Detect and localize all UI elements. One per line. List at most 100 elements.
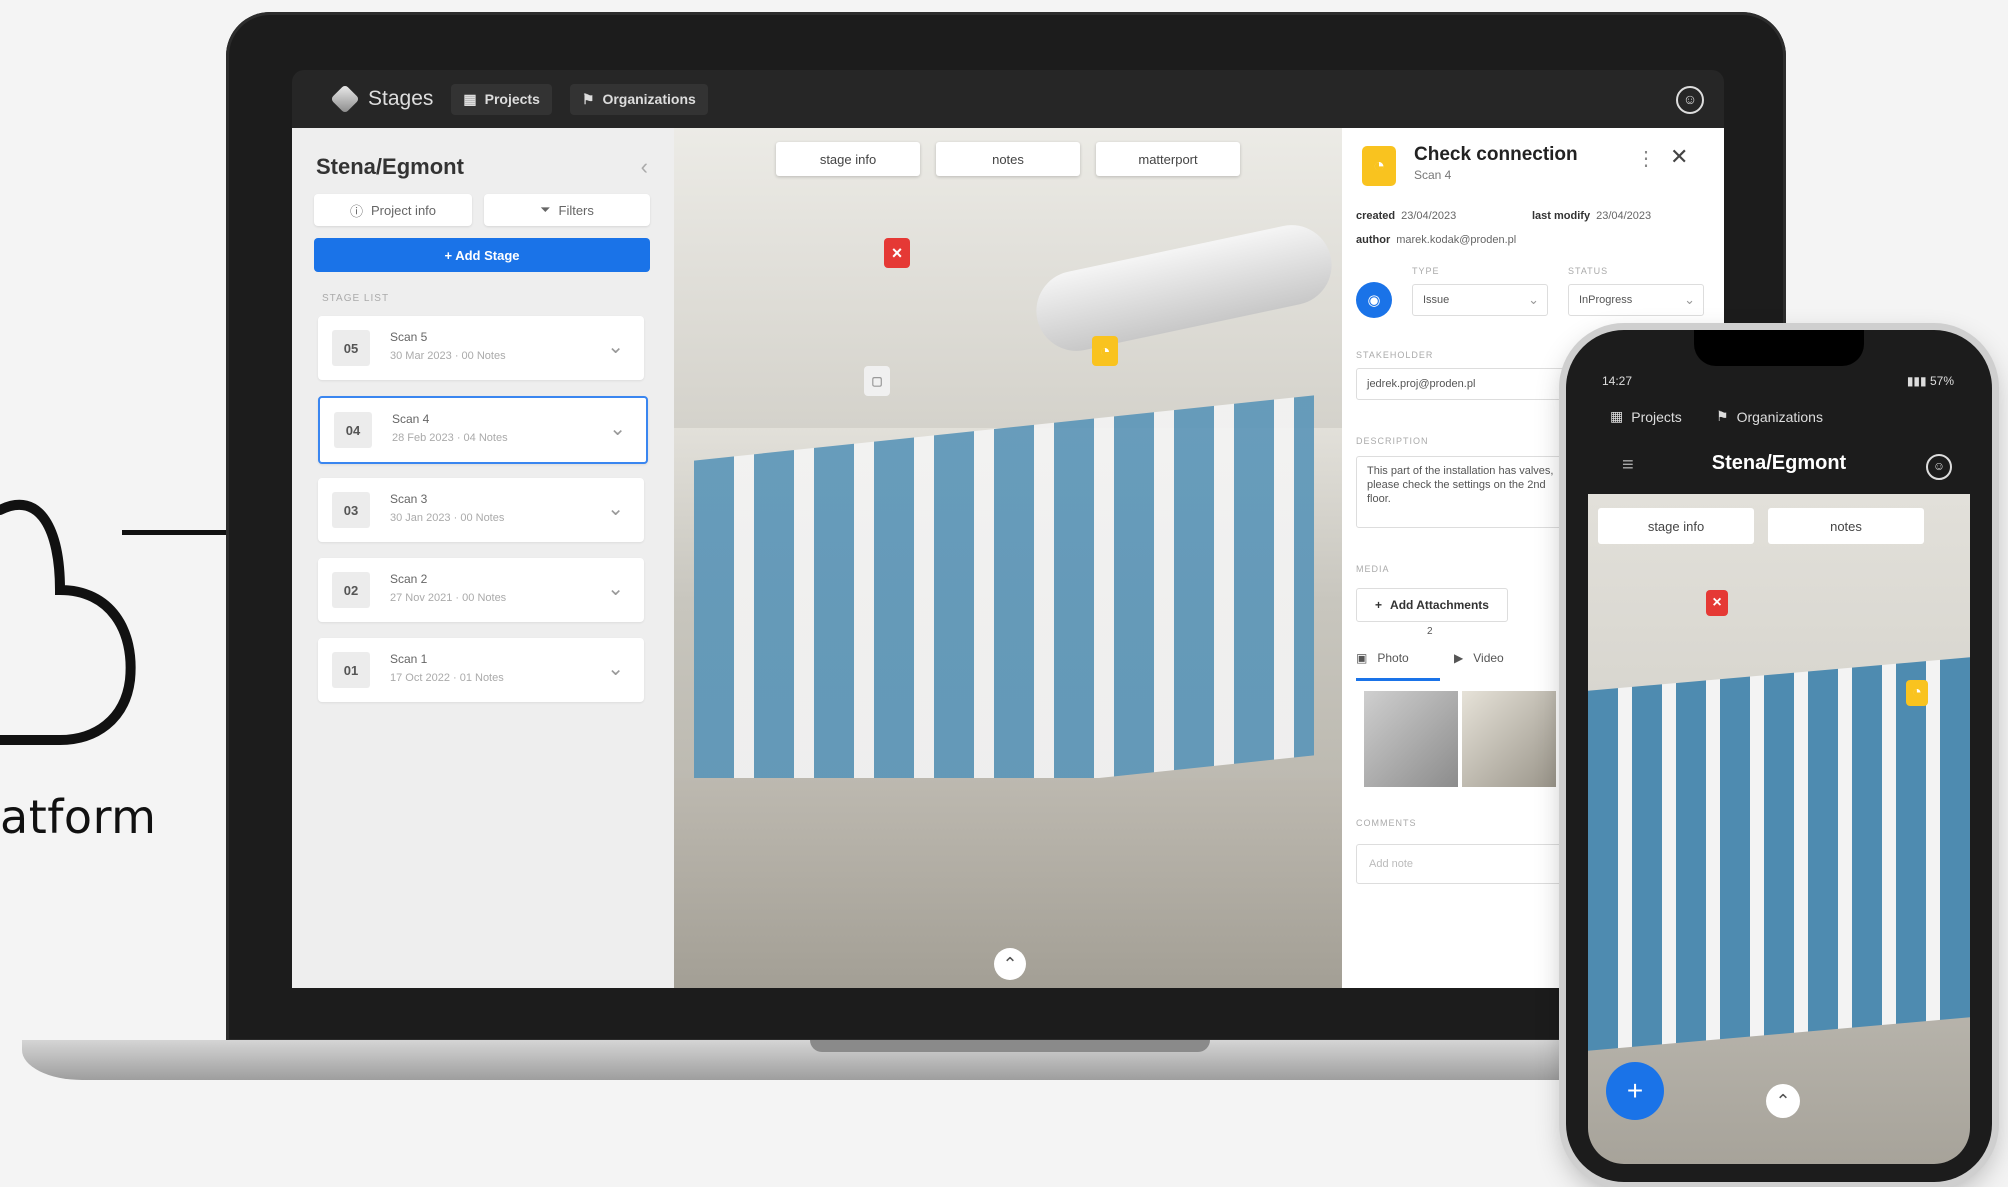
tag-marker-icon[interactable]: ▢	[864, 366, 890, 396]
flag-icon: ⚑	[1716, 408, 1729, 424]
tab-photos[interactable]: ▣ Photo	[1356, 638, 1440, 681]
author-value: marek.kodak@proden.pl	[1396, 234, 1517, 246]
phone-nav-organizations[interactable]: ⚑ Organizations	[1716, 408, 1823, 425]
chevron-up-icon[interactable]: ⌃	[1766, 1084, 1800, 1118]
stage-number: 02	[332, 572, 370, 608]
tab-matterport[interactable]: matterport	[1096, 142, 1240, 176]
author-meta: author marek.kodak@proden.pl	[1356, 234, 1516, 246]
filter-icon: ⏷	[540, 202, 551, 217]
add-stage-button[interactable]: + Add Stage	[314, 238, 650, 272]
info-icon: ⓘ	[349, 203, 363, 219]
close-icon[interactable]: ✕	[1670, 144, 1688, 170]
chevron-up-icon[interactable]: ⌃	[994, 948, 1026, 980]
tab-notes[interactable]: notes	[936, 142, 1080, 176]
brand[interactable]: Stages	[330, 84, 434, 114]
created-meta: created 23/04/2023	[1356, 210, 1456, 222]
stages-logo-icon	[330, 84, 360, 114]
media-label: MEDIA	[1356, 564, 1390, 574]
tab-video[interactable]: ▶ Video	[1454, 638, 1544, 678]
stage-number: 01	[332, 652, 370, 688]
photo-thumbnail[interactable]	[1462, 691, 1556, 787]
phone-nav-projects[interactable]: ▦ Projects	[1610, 408, 1682, 425]
stage-meta: 30 Jan 2023 · 00 Notes	[390, 512, 505, 524]
app-header: Stages ▦ Projects ⚑ Organizations ☺	[292, 70, 1724, 128]
user-circle-icon[interactable]: ☺	[1676, 86, 1704, 114]
project-title: Stena/Egmont	[316, 154, 464, 179]
signal-icon: ▮▮▮	[1906, 374, 1930, 388]
stakeholder-field[interactable]: jedrek.proj@proden.pl	[1356, 368, 1586, 400]
modified-label: last modify	[1532, 210, 1591, 222]
comment-input[interactable]: Add note	[1356, 844, 1586, 884]
grid-icon: ▦	[1610, 408, 1624, 424]
status-label: STATUS	[1568, 266, 1609, 276]
phone-tab-stage-info[interactable]: stage info	[1598, 508, 1754, 544]
flag-icon: ⚑	[581, 90, 595, 107]
stage-item[interactable]: 03 Scan 3 30 Jan 2023 · 00 Notes ⌄	[318, 478, 644, 542]
user-circle-icon[interactable]: ☺	[1926, 454, 1952, 480]
phone-viewer-windows	[1588, 657, 1970, 1051]
phone-viewer[interactable]: stage info notes × ◔ + ⌃	[1588, 494, 1970, 1164]
chevron-down-icon[interactable]: ⌄	[607, 656, 624, 681]
phone-nav-projects-label: Projects	[1631, 408, 1682, 425]
add-attachments-button[interactable]: + Add Attachments	[1356, 588, 1508, 622]
project-info-button[interactable]: ⓘ Project info	[314, 194, 472, 226]
project-info-label: Project info	[370, 202, 437, 218]
brand-name: Stages	[368, 87, 434, 110]
filters-button[interactable]: ⏷ Filters	[484, 194, 650, 226]
status-select[interactable]: InProgress ⌄	[1568, 284, 1704, 316]
filters-label: Filters	[558, 202, 594, 218]
stage-name: Scan 1	[390, 652, 428, 666]
photo-icon: ▣	[1356, 651, 1368, 665]
plus-icon: +	[1375, 598, 1383, 612]
stage-number: 05	[332, 330, 370, 366]
cloud-icon	[0, 499, 136, 745]
stage-item-active[interactable]: 04 Scan 4 28 Feb 2023 · 04 Notes ⌄	[318, 396, 648, 464]
phone-tab-notes[interactable]: notes	[1768, 508, 1924, 544]
add-note-fab[interactable]: +	[1606, 1062, 1664, 1120]
issue-marker-icon[interactable]: ×	[884, 238, 910, 268]
stage-number: 04	[334, 412, 372, 448]
photos-count: 2	[1427, 626, 1433, 637]
stage-item[interactable]: 02 Scan 2 27 Nov 2021 · 00 Notes ⌄	[318, 558, 644, 622]
add-attachments-label: Add Attachments	[1390, 598, 1489, 612]
tab-stage-info[interactable]: stage info	[776, 142, 920, 176]
stakeholder-label: STAKEHOLDER	[1356, 350, 1434, 360]
chevron-down-icon[interactable]: ⌄	[607, 576, 624, 601]
stage-meta: 27 Nov 2021 · 00 Notes	[390, 592, 507, 604]
status-value: InProgress	[1579, 294, 1633, 306]
chevron-down-icon[interactable]: ⌄	[607, 496, 624, 521]
note-marker-icon[interactable]: ◔	[1906, 680, 1928, 706]
comment-placeholder: Add note	[1369, 858, 1414, 870]
stage-list-heading: STAGE LIST	[322, 293, 390, 304]
collapse-chevron-icon[interactable]: ‹	[641, 154, 648, 180]
issue-marker-icon[interactable]: ×	[1706, 590, 1728, 616]
more-vertical-icon[interactable]: ⋮	[1636, 146, 1656, 171]
phone-battery: ▮▮▮ 57%	[1907, 374, 1954, 388]
note-marker-icon[interactable]: ◔	[1092, 336, 1118, 366]
laptop-notch	[810, 1040, 1210, 1052]
stage-item[interactable]: 01 Scan 1 17 Oct 2022 · 01 Notes ⌄	[318, 638, 644, 702]
type-value: Issue	[1423, 294, 1450, 306]
description-textarea[interactable]: This part of the installation has valves…	[1356, 456, 1566, 528]
chevron-down-icon[interactable]: ⌄	[607, 334, 624, 359]
stakeholder-value: jedrek.proj@proden.pl	[1367, 378, 1476, 390]
note-clock-icon: ◔	[1362, 146, 1396, 186]
nav-organizations[interactable]: ⚑ Organizations	[569, 83, 708, 115]
nav-organizations-label: Organizations	[602, 91, 696, 107]
type-select[interactable]: Issue ⌄	[1412, 284, 1548, 316]
phone-nav-organizations-label: Organizations	[1736, 408, 1823, 425]
matterport-viewer[interactable]: stage info notes matterport × ◔ ▢ ⌃	[674, 128, 1342, 988]
photo-thumbnail[interactable]	[1364, 691, 1458, 787]
viewer-windows	[694, 395, 1314, 821]
type-label: TYPE	[1412, 266, 1440, 276]
stage-item[interactable]: 05 Scan 5 30 Mar 2023 · 00 Notes ⌄	[318, 316, 644, 380]
stage-name: Scan 3	[390, 492, 428, 506]
chevron-down-icon[interactable]: ⌄	[609, 416, 626, 441]
nav-projects-label: Projects	[484, 91, 540, 107]
nav-projects[interactable]: ▦ Projects	[451, 83, 552, 115]
sidebar: Stena/Egmont ‹ ⓘ Project info ⏷ Filters …	[292, 128, 674, 988]
platform-caption: atform	[0, 790, 157, 844]
grid-icon: ▦	[463, 90, 477, 107]
stage-name: Scan 5	[390, 330, 428, 344]
stage-meta: 30 Mar 2023 · 00 Notes	[390, 350, 506, 362]
